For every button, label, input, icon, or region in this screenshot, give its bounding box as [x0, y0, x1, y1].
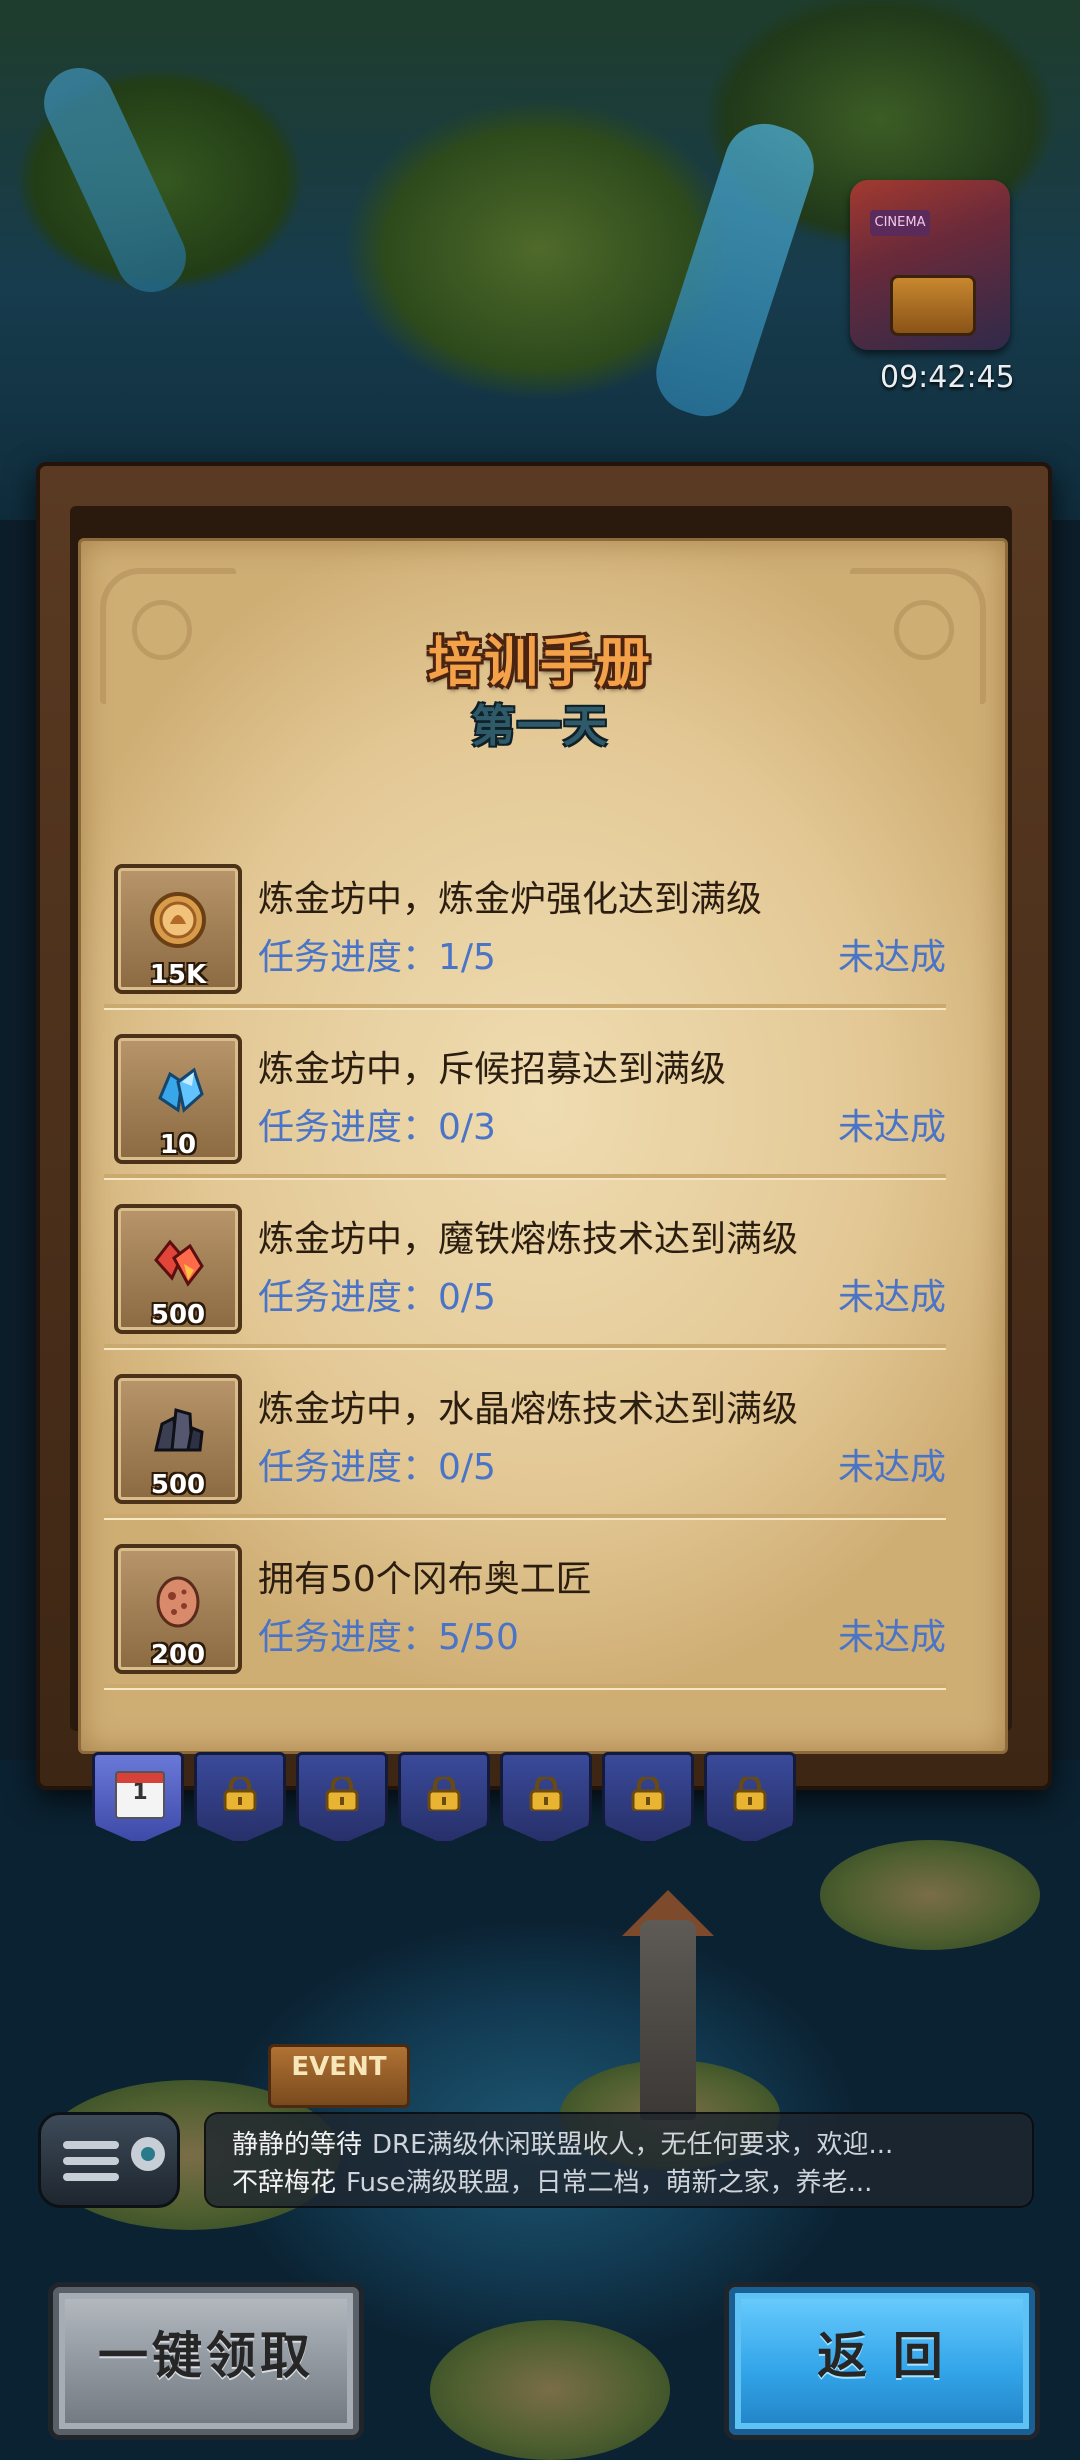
task-status: 未达成 — [837, 1617, 946, 1658]
day-tab-1[interactable]: 1 — [92, 1752, 184, 1844]
reward-slot[interactable]: 200 — [114, 1544, 242, 1674]
lighthouse-tower[interactable] — [640, 1920, 696, 2120]
chat-username: 静静的等待 — [232, 2130, 363, 2160]
gold-coin-icon — [150, 892, 206, 948]
chat-text: Fuse满级联盟，日常二档，萌新之家，养老... — [346, 2168, 873, 2198]
reward-slot[interactable]: 500 — [114, 1374, 242, 1504]
reward-amount: 10 — [159, 1130, 197, 1160]
calendar-icon: 1 — [115, 1771, 165, 1819]
task-description: 拥有50个冈布奥工匠 — [258, 1559, 592, 1600]
day-tab-3[interactable] — [296, 1752, 388, 1844]
red-crystal-icon — [154, 1239, 204, 1287]
chat-text: DRE满级休闲联盟收人，无任何要求，欢迎... — [372, 2130, 894, 2160]
dark-crystal-icon — [154, 1408, 204, 1452]
task-description: 炼金坊中，炼金炉强化达到满级 — [258, 879, 763, 920]
dialog-subtitle: 第一天 — [471, 701, 609, 752]
reward-slot[interactable]: 500 — [114, 1204, 242, 1334]
treasure-chest-icon — [890, 275, 976, 336]
cinema-label: CINEMA — [870, 210, 930, 236]
chat-message: 静静的等待 DRE满级休闲联盟收人，无任何要求，欢迎... — [232, 2124, 1012, 2161]
task-progress: 任务进度：1/5 — [258, 937, 496, 978]
lock-icon — [733, 1777, 767, 1811]
lock-icon — [529, 1777, 563, 1811]
task-description: 炼金坊中，水晶熔炼技术达到满级 — [258, 1389, 799, 1430]
task-row: 15K 炼金坊中，炼金炉强化达到满级 任务进度：1/5 未达成 — [104, 852, 946, 1008]
reward-amount: 15K — [149, 960, 207, 990]
island — [430, 2320, 670, 2460]
task-description: 炼金坊中，魔铁熔炼技术达到满级 — [258, 1219, 799, 1260]
cinema-event-icon[interactable]: CINEMA — [850, 180, 1010, 350]
reward-amount: 200 — [150, 1640, 206, 1670]
reward-amount: 500 — [150, 1470, 206, 1500]
day-tab-2[interactable] — [194, 1752, 286, 1844]
day-tabs: 1 — [92, 1752, 812, 1844]
task-progress: 任务进度：0/5 — [258, 1447, 496, 1488]
egg-icon — [156, 1576, 200, 1628]
claim-all-button[interactable]: 一键领取 — [48, 2282, 364, 2440]
lock-icon — [223, 1777, 257, 1811]
lock-icon — [325, 1777, 359, 1811]
chat-username: 不辞梅花 — [232, 2168, 337, 2198]
task-status: 未达成 — [837, 1277, 946, 1318]
reward-slot[interactable]: 10 — [114, 1034, 242, 1164]
reward-amount: 500 — [150, 1300, 206, 1330]
chat-button[interactable] — [38, 2112, 180, 2208]
chat-icon — [131, 2137, 165, 2171]
blue-crystal-icon — [158, 1067, 204, 1113]
island — [820, 1840, 1040, 1950]
task-status: 未达成 — [837, 1107, 946, 1148]
task-row: 200 拥有50个冈布奥工匠 任务进度：5/50 未达成 — [104, 1532, 946, 1688]
chat-preview[interactable]: 静静的等待 DRE满级休闲联盟收人，无任何要求，欢迎... 不辞梅花 Fuse满级联… — [204, 2112, 1034, 2208]
task-row: 500 炼金坊中，魔铁熔炼技术达到满级 任务进度：0/5 未达成 — [104, 1192, 946, 1348]
back-button[interactable]: 返 回 — [724, 2282, 1040, 2440]
day-tab-4[interactable] — [398, 1752, 490, 1844]
task-progress: 任务进度：5/50 — [258, 1617, 519, 1658]
event-sign[interactable]: EVENT — [268, 2044, 410, 2108]
reward-slot[interactable]: 15K — [114, 864, 242, 994]
lock-icon — [427, 1777, 461, 1811]
task-progress: 任务进度：0/5 — [258, 1277, 496, 1318]
task-row: 500 炼金坊中，水晶熔炼技术达到满级 任务进度：0/5 未达成 — [104, 1362, 946, 1518]
chat-message: 不辞梅花 Fuse满级联盟，日常二档，萌新之家，养老... — [232, 2162, 1012, 2199]
day-tab-5[interactable] — [500, 1752, 592, 1844]
event-timer: 09:42:45 — [880, 360, 1015, 395]
task-description: 炼金坊中，斥候招募达到满级 — [258, 1049, 727, 1090]
task-progress: 任务进度：0/3 — [258, 1107, 496, 1148]
day-tab-6[interactable] — [602, 1752, 694, 1844]
task-row: 10 炼金坊中，斥候招募达到满级 任务进度：0/3 未达成 — [104, 1022, 946, 1178]
lock-icon — [631, 1777, 665, 1811]
task-status: 未达成 — [837, 1447, 946, 1488]
day-tab-7[interactable] — [704, 1752, 796, 1844]
dialog-title: 培训手册 — [428, 631, 652, 694]
task-status: 未达成 — [837, 937, 946, 978]
